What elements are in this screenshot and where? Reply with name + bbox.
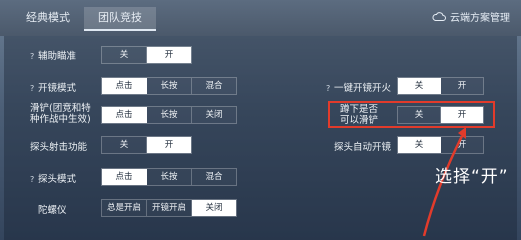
- setting-label-crouch-slide: 蹲下是否可以滑铲: [340, 104, 379, 126]
- option-mixed[interactable]: 混合: [192, 78, 236, 94]
- option-tap[interactable]: 点击: [102, 107, 147, 123]
- crouch-slide-toggle: 关 开: [397, 106, 484, 124]
- setting-label-slide: 滑铲(团竞和特种作战中生效): [30, 103, 91, 125]
- option-on[interactable]: 开: [147, 47, 191, 63]
- peek-fire-toggle: 关 开: [101, 136, 192, 154]
- option-off[interactable]: 关: [102, 137, 147, 153]
- setting-label-scope-mode: ? 开镜模式: [30, 83, 77, 94]
- cloud-plan-label: 云端方案管理: [450, 13, 510, 24]
- tab-team-deathmatch[interactable]: 团队竞技: [84, 7, 156, 31]
- option-hold[interactable]: 长按: [147, 107, 192, 123]
- annotation-text: 选择“开”: [435, 167, 509, 187]
- one-tap-scope-fire-toggle: 关 开: [397, 77, 484, 95]
- setting-label-peek-auto-scope: 探头自动开镜: [334, 142, 392, 153]
- option-off[interactable]: 关闭: [192, 200, 236, 216]
- option-on[interactable]: 开: [441, 137, 483, 153]
- aim-assist-toggle: 关 开: [101, 46, 192, 64]
- setting-label-peek-mode: ? 探头模式: [30, 174, 77, 185]
- setting-label-gyroscope: 陀螺仪: [38, 205, 67, 216]
- top-tab-bar: 经典模式 团队竞技 云端方案管理: [0, 0, 521, 36]
- option-off[interactable]: 关: [398, 78, 441, 94]
- option-on[interactable]: 开: [147, 137, 191, 153]
- help-icon[interactable]: ?: [30, 175, 38, 184]
- scope-mode-selector: 点击 长按 混合: [101, 77, 237, 95]
- option-hold[interactable]: 长按: [147, 78, 192, 94]
- peek-mode-selector: 点击 长按 混合: [101, 168, 237, 186]
- option-disable[interactable]: 关闭: [192, 107, 236, 123]
- option-on[interactable]: 开: [441, 107, 483, 123]
- option-off[interactable]: 关: [398, 107, 441, 123]
- tab-classic-mode[interactable]: 经典模式: [12, 7, 84, 29]
- cloud-icon: [432, 12, 446, 21]
- setting-label-one-tap-scope-fire: ? 一键开镜开火: [326, 83, 392, 94]
- option-tap[interactable]: 点击: [102, 78, 147, 94]
- help-icon[interactable]: ?: [326, 84, 334, 93]
- setting-label-aim-assist: ? 辅助瞄准: [30, 51, 77, 62]
- option-off[interactable]: 关: [102, 47, 147, 63]
- help-icon[interactable]: ?: [30, 84, 38, 93]
- cloud-plan-button[interactable]: 云端方案管理: [432, 9, 510, 24]
- option-on[interactable]: 开: [441, 78, 483, 94]
- option-tap[interactable]: 点击: [102, 169, 147, 185]
- setting-label-peek-fire: 探头射击功能: [30, 142, 88, 153]
- option-scope-on[interactable]: 开镜开启: [147, 200, 192, 216]
- option-mixed[interactable]: 混合: [192, 169, 236, 185]
- help-icon[interactable]: ?: [30, 52, 38, 61]
- option-off[interactable]: 关: [398, 137, 441, 153]
- option-always-on[interactable]: 总是开启: [102, 200, 147, 216]
- slide-selector: 点击 长按 关闭: [101, 106, 237, 124]
- option-hold[interactable]: 长按: [147, 169, 192, 185]
- peek-auto-scope-toggle: 关 开: [397, 136, 484, 154]
- gyroscope-selector: 总是开启 开镜开启 关闭: [101, 199, 237, 217]
